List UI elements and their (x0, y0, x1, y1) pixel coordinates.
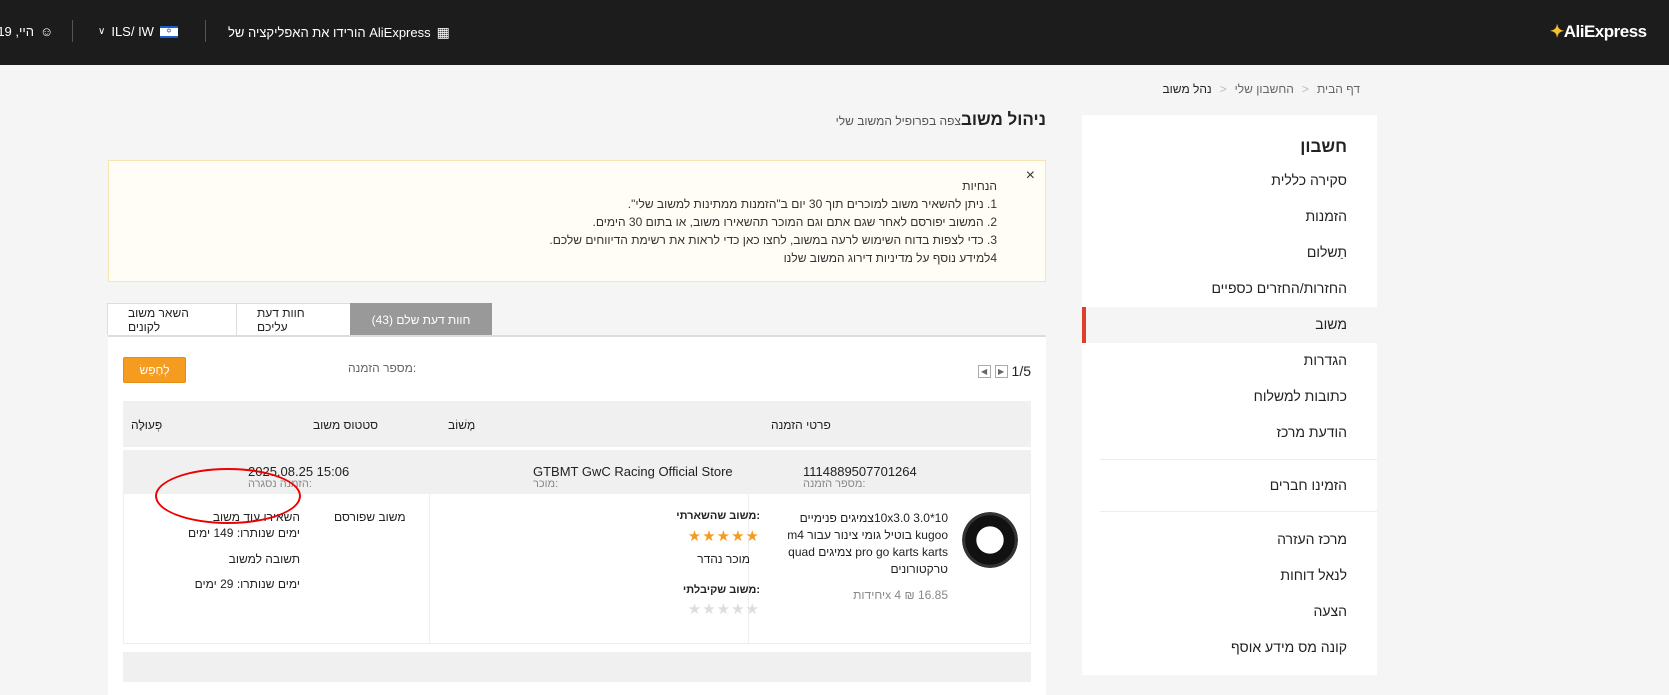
seller-link[interactable]: מוכר: GTBMT GwC Racing Official Store (533, 464, 733, 490)
sidebar-item-returns[interactable]: החזרות/החזרים כספיים (1211, 280, 1347, 296)
product-name-link[interactable]: 10x3.0 3.0*10צמיגים פנימיים kugoo בוטיל … (784, 510, 948, 578)
notice-line: 1. ניתן להשאיר משוב למוכרים תוך 30 יום ב… (627, 197, 997, 211)
aliexpress-logo[interactable]: ✦AliExpress (1550, 22, 1647, 42)
col-status: סטטוס משוב (313, 418, 379, 432)
sidebar-item-invite-friends[interactable]: הזמינו חברים (1270, 477, 1347, 493)
next-page-icon[interactable]: ▶ (994, 364, 1008, 378)
breadcrumb: דף הבית < החשבון שלי < נהל משוב (1160, 82, 1361, 96)
notice-line-report-link[interactable]: 3. כדי לצפות בדוח השימוש לרעה במשוב, לחצ… (109, 231, 997, 249)
col-divider (429, 494, 430, 644)
product-image[interactable] (962, 512, 1018, 568)
notice-line: 2. המשוב יפורסם לאחר שגם אתם וגם המוכר ת… (592, 215, 998, 229)
tab-complete-feedback[interactable]: חוות דעת שלם (43) (350, 303, 492, 335)
reply-feedback-link[interactable]: תשובה למשוב (229, 552, 300, 566)
left-feedback-label: משוב שהשארתי: (676, 510, 760, 522)
divider (205, 20, 206, 42)
app-download-link[interactable]: הורידו את האפליקציה של AliExpress ▦ (228, 24, 450, 41)
notice-heading: הנחיות (962, 179, 997, 193)
sidebar-item-help-center[interactable]: מרכז העזרה (1277, 531, 1347, 547)
sidebar-item-feedback[interactable]: משוב (1315, 316, 1347, 332)
received-feedback-label: משוב שקיבלתי: (682, 584, 760, 596)
account-menu[interactable]: היי, 19 ☺ (0, 24, 53, 39)
close-icon[interactable]: × (1026, 167, 1035, 185)
divider (72, 20, 73, 42)
sidebar-item-tax-info[interactable]: קונה מס מידע אוסף (1231, 639, 1347, 655)
sidebar-divider (1100, 511, 1377, 512)
days-left-reply: ימים שנותרו: 29 ימים (194, 577, 300, 591)
left-feedback-text: מוכר נהדר (697, 552, 750, 566)
breadcrumb-separator: < (1301, 82, 1309, 96)
order-number-link[interactable]: מספר הזמנה: 1114889507701264 (803, 464, 917, 490)
top-bar: ✦AliExpress הורידו את האפליקציה של AliEx… (0, 0, 1669, 65)
sidebar-item-overview[interactable]: סקירה כללית (1271, 172, 1347, 188)
red-annotation-circle (155, 468, 301, 524)
product-price: 16.85 ₪ x 4יחידות (853, 588, 948, 602)
currency-language-selector[interactable]: ∨ ILS/ IW ✡ (98, 24, 178, 39)
col-action: פְּעוּלָּה (131, 418, 163, 432)
pagination: ◀ ▶ 1/5 (977, 363, 1031, 379)
israel-flag-icon: ✡ (159, 25, 178, 38)
sidebar-item-suggestion[interactable]: הצעה (1313, 603, 1347, 619)
tab-row: השאר משוב לקונים חוות דעת עליכם חוות דעת… (107, 303, 492, 335)
sidebar-item-shipping-addresses[interactable]: כתובות למשלוח (1254, 388, 1347, 404)
next-order-row (123, 652, 1031, 682)
qr-code-icon: ▦ (436, 24, 450, 40)
view-feedback-profile-link[interactable]: צפה בפרופיל המשוב שלי (836, 114, 961, 128)
notice-line-policy-link[interactable]: 4למידע נוסף על מדיניות דירוג המשוב שלנו (109, 249, 997, 267)
page-indicator: 1/5 (1011, 363, 1031, 379)
sidebar-item-orders[interactable]: הזמנות (1306, 208, 1348, 224)
search-button[interactable]: לְחַפֵּשׂ (123, 357, 186, 383)
table-header: פְּעוּלָּה סטטוס משוב מָשׁוֹב פרטי הזמנה (123, 401, 1031, 447)
chevron-down-icon: ∨ (98, 26, 106, 37)
sidebar-item-manage-reports[interactable]: לנאל דוחות (1280, 567, 1347, 583)
breadcrumb-account[interactable]: החשבון שלי (1235, 82, 1294, 96)
star-icon: ✦ (1550, 22, 1564, 41)
account-sidebar: חשבון סקירה כללית הזמנות תַשלום החזרות/ה… (1082, 115, 1377, 675)
breadcrumb-home[interactable]: דף הבית (1317, 82, 1360, 96)
page-title: ניהול משובצפה בפרופיל המשוב שלי (835, 110, 1046, 129)
user-icon: ☺ (40, 24, 54, 39)
col-feedback: מָשׁוֹב (448, 418, 476, 432)
col-order-details: פרטי הזמנה (771, 418, 831, 432)
sidebar-divider (1100, 459, 1377, 460)
feedback-status: משוב שפורסם (334, 510, 406, 524)
order-number-label: מספר הזמנה: (348, 361, 417, 375)
received-feedback-stars: ★★★★★ (687, 601, 760, 618)
prev-page-icon[interactable]: ◀ (977, 364, 991, 378)
breadcrumb-separator: < (1219, 82, 1227, 96)
guidelines-notice: × הנחיות 1. ניתן להשאיר משוב למוכרים תוך… (108, 160, 1046, 282)
tab-leave-feedback-buyers[interactable]: השאר משוב לקונים (107, 303, 237, 335)
days-left-feedback: ימים שנותרו: 149 ימים (187, 526, 300, 540)
left-feedback-stars: ★★★★★ (687, 528, 760, 545)
sidebar-item-payment[interactable]: תַשלום (1307, 244, 1347, 260)
sidebar-item-message-center[interactable]: הודעת מרכז (1276, 424, 1347, 440)
sidebar-item-settings[interactable]: הגדרות (1304, 352, 1347, 368)
tab-feedback-about-you[interactable]: חוות דעת עליכם (236, 303, 351, 335)
sidebar-title: חשבון (1300, 137, 1347, 156)
breadcrumb-current: נהל משוב (1162, 82, 1212, 96)
